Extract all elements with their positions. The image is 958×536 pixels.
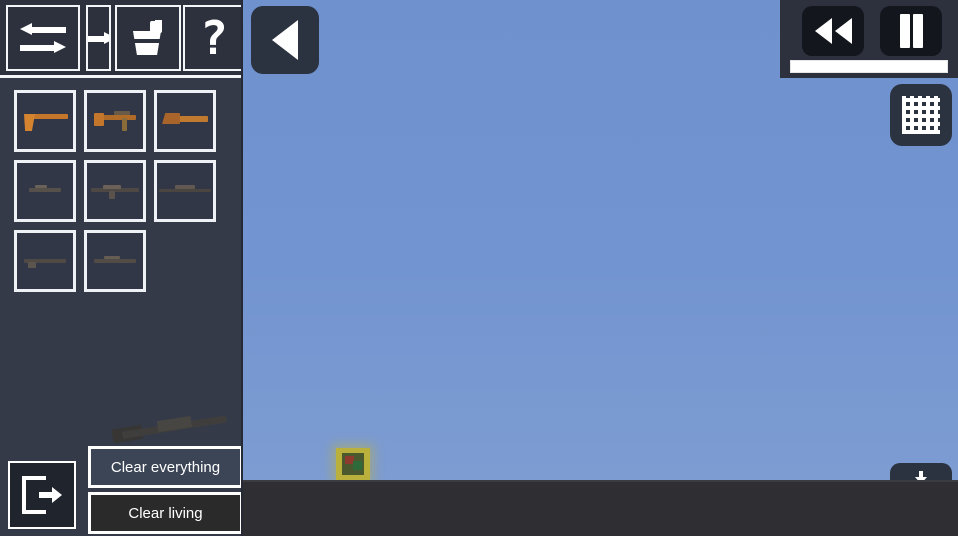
assault-rifle-sprite: [89, 182, 141, 200]
swap-arrows-icon: [20, 22, 66, 54]
entity-detail-green: [353, 461, 362, 470]
item-slot-carbine[interactable]: [14, 230, 76, 292]
sidebar-toolbar: ?: [0, 0, 243, 78]
swap-button[interactable]: [6, 5, 80, 71]
grid-icon: [902, 96, 940, 134]
spawned-entity[interactable]: [336, 448, 370, 480]
pause-icon-bar-left: [899, 14, 910, 48]
carbine-sprite: [22, 253, 68, 269]
pistol-sprite: [22, 110, 68, 132]
game-screen: ? Clear everything Clear living: [0, 0, 958, 536]
item-slot-sawed-off-shotgun[interactable]: [154, 90, 216, 152]
item-row: [14, 230, 234, 292]
help-button[interactable]: ?: [183, 5, 243, 71]
item-slot-shotgun[interactable]: [84, 230, 146, 292]
next-button[interactable]: [86, 5, 111, 71]
exit-door-icon: [22, 476, 62, 514]
rewind-icon-second: [834, 18, 852, 44]
paint-bucket-icon: [131, 20, 165, 56]
clear-buttons-panel: Clear everything Clear living: [88, 446, 243, 534]
item-row: [14, 90, 234, 152]
item-slot-sniper-rifle[interactable]: [154, 160, 216, 222]
arrow-right-icon: [88, 31, 109, 45]
pause-button[interactable]: [880, 6, 942, 56]
rewind-icon: [814, 18, 832, 44]
paint-button[interactable]: [115, 5, 181, 71]
pause-icon-bar-right: [912, 14, 923, 48]
exit-button[interactable]: [8, 461, 76, 529]
weapon-item-grid: [14, 90, 234, 300]
speed-slider[interactable]: [790, 60, 948, 73]
item-slot-submachine-gun[interactable]: [84, 90, 146, 152]
download-icon: [914, 471, 928, 488]
sawed-off-shotgun-sprite: [162, 111, 208, 131]
clear-living-button[interactable]: Clear living: [88, 492, 243, 534]
item-slot-pistol[interactable]: [14, 90, 76, 152]
submachine-gun-sprite: [92, 109, 138, 133]
sniper-rifle-sprite: [159, 183, 211, 199]
playback-panel: [780, 0, 958, 78]
rewind-button[interactable]: [802, 6, 864, 56]
dragged-weapon-preview: [111, 406, 234, 450]
smg-dark-sprite: [25, 183, 65, 199]
left-sidebar: ? Clear everything Clear living: [0, 0, 243, 536]
question-mark-icon: ?: [200, 11, 228, 65]
item-row: [14, 160, 234, 222]
shotgun-sprite: [92, 254, 138, 268]
item-slot-smg-dark[interactable]: [14, 160, 76, 222]
collapse-panel-button[interactable]: [251, 6, 319, 74]
download-button[interactable]: [890, 463, 952, 509]
clear-everything-button[interactable]: Clear everything: [88, 446, 243, 488]
grid-toggle-button[interactable]: [890, 84, 952, 146]
item-slot-assault-rifle[interactable]: [84, 160, 146, 222]
triangle-left-icon: [272, 20, 298, 60]
